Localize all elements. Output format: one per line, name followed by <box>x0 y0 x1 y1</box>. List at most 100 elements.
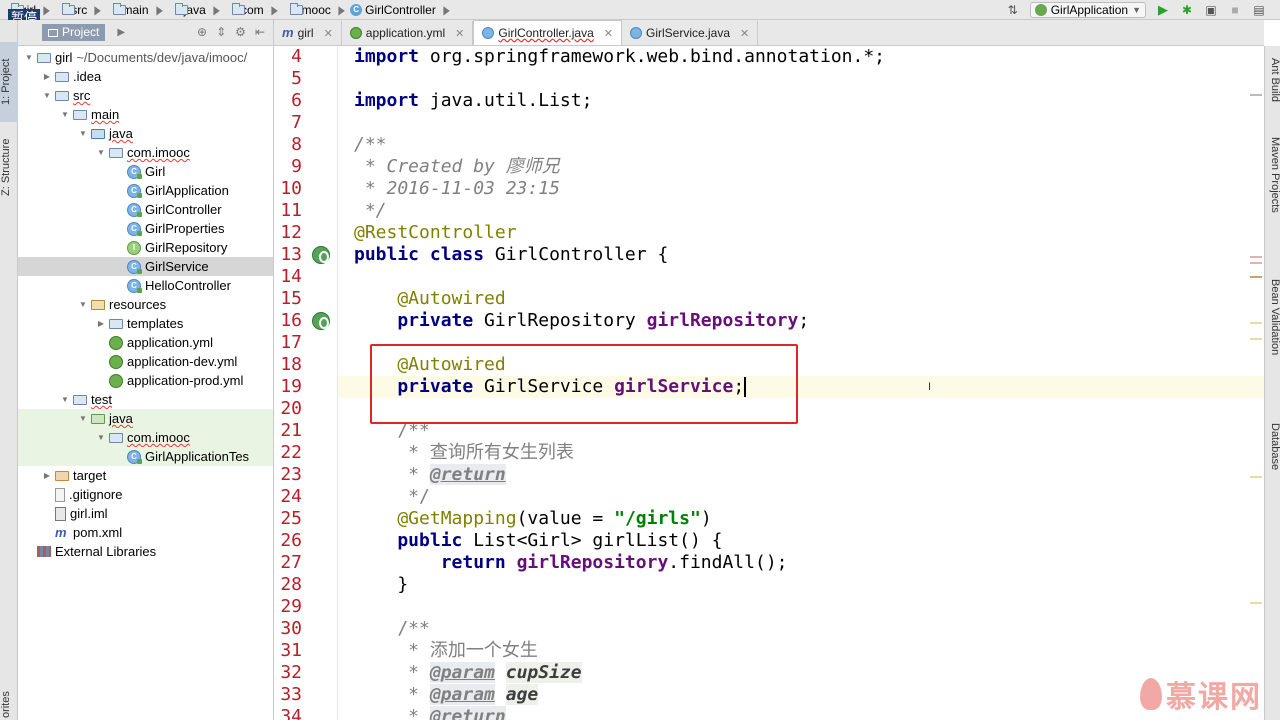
code-line: /** <box>354 134 387 155</box>
stripe-mark <box>1250 94 1262 96</box>
tool-tab-ant-build[interactable]: Ant Build <box>1265 50 1280 110</box>
tree-item[interactable]: C GirlController <box>18 200 273 219</box>
tree-item[interactable]: C GirlApplication <box>18 181 273 200</box>
crumb-main[interactable]: main ▶ <box>102 0 163 20</box>
chevron-down-icon: ▼ <box>1132 5 1141 15</box>
line-number: 18 <box>280 354 302 375</box>
run-icon[interactable]: ▶ <box>1156 3 1170 17</box>
tree-item[interactable]: ▶ target <box>18 466 273 485</box>
expand-arrow-icon[interactable]: ▼ <box>96 433 106 442</box>
tree-item[interactable]: External Libraries <box>18 542 273 561</box>
tree-item-label: com.imooc <box>127 145 190 160</box>
expand-arrow-icon[interactable]: ▼ <box>60 110 70 119</box>
tree-item[interactable]: application.yml <box>18 333 273 352</box>
tool-tab-maven-projects[interactable]: Maven Projects <box>1265 120 1280 230</box>
crumb-com[interactable]: com ▶ <box>221 0 279 20</box>
tree-item[interactable]: ▶ templates <box>18 314 273 333</box>
tool-tab-structure[interactable]: Z: Structure <box>0 122 18 212</box>
close-tab-icon[interactable]: ✕ <box>455 27 464 40</box>
folder-icon <box>109 433 123 443</box>
tree-item[interactable]: ▶ .idea <box>18 67 273 86</box>
tree-item[interactable]: ▼ java <box>18 124 273 143</box>
structure-icon[interactable]: ▤ <box>1252 3 1266 17</box>
hide-icon[interactable]: ⇤ <box>255 25 265 39</box>
tree-item[interactable]: C HelloController <box>18 276 273 295</box>
tool-tab-project[interactable]: 1: Project <box>0 42 18 122</box>
tree-item[interactable]: ▼ girl ~/Documents/dev/java/imooc/ <box>18 48 273 67</box>
close-tab-icon[interactable]: ✕ <box>604 27 613 40</box>
project-panel-header: Project ▶ ⊕ ⇕ ⚙ ⇤ <box>18 20 273 46</box>
tree-item[interactable]: m pom.xml <box>18 523 273 542</box>
line-number: 33 <box>280 684 302 705</box>
tree-item[interactable]: ▼ com.imooc <box>18 143 273 162</box>
toolbar-right: ⇅ GirlApplication ▼ ▶ ✱ ▣ ■ ▤ <box>1006 0 1280 20</box>
tree-item[interactable]: C GirlService <box>18 257 273 276</box>
folder-icon <box>55 72 69 82</box>
expand-arrow-icon[interactable]: ▼ <box>78 300 88 309</box>
crumb-imooc[interactable]: imooc ▶ <box>279 0 346 20</box>
project-view-select[interactable]: Project <box>42 24 106 41</box>
class-icon <box>629 27 642 39</box>
line-number: 27 <box>280 552 302 573</box>
collapse-icon[interactable]: ⇕ <box>216 25 226 39</box>
code-line: * 查询所有女生列表 <box>354 442 574 463</box>
crumb-girlcontroller[interactable]: C GirlController ▶ <box>346 0 451 20</box>
debug-icon[interactable]: ✱ <box>1180 3 1194 17</box>
tree-item[interactable]: ▼ main <box>18 105 273 124</box>
editor-tab[interactable]: GirlService.java ✕ <box>622 21 759 45</box>
tree-item-label: test <box>91 392 112 407</box>
line-number: 5 <box>291 68 302 89</box>
code-line: public class GirlController { <box>354 244 669 265</box>
stop-icon[interactable]: ■ <box>1228 3 1242 17</box>
sort-icon[interactable]: ⇅ <box>1006 3 1020 17</box>
tree-item[interactable]: ▼ src <box>18 86 273 105</box>
tree-item[interactable]: ▼ java <box>18 409 273 428</box>
autowired-bean-icon[interactable] <box>312 312 330 330</box>
close-tab-icon[interactable]: ✕ <box>740 27 749 40</box>
line-number: 22 <box>280 442 302 463</box>
expand-arrow-icon[interactable]: ▼ <box>24 53 34 62</box>
tree-item[interactable]: application-dev.yml <box>18 352 273 371</box>
close-tab-icon[interactable]: ✕ <box>324 27 333 40</box>
bean-class-icon[interactable] <box>312 246 330 264</box>
tree-item[interactable]: girl.iml <box>18 504 273 523</box>
gear-icon[interactable]: ⚙ <box>235 25 246 39</box>
tool-tab-favorites[interactable]: orites <box>0 670 18 720</box>
tree-item[interactable]: C GirlProperties <box>18 219 273 238</box>
crumb-java[interactable]: java ▶ <box>164 0 221 20</box>
tree-item[interactable]: .gitignore <box>18 485 273 504</box>
code-line: return girlRepository.findAll(); <box>354 552 788 573</box>
expand-arrow-icon[interactable]: ▼ <box>78 129 88 138</box>
expand-arrow-icon[interactable]: ▼ <box>78 414 88 423</box>
maven-icon: m <box>55 524 67 540</box>
tool-tab-database[interactable]: Database <box>1265 402 1280 492</box>
code-line: * @param age <box>354 684 539 705</box>
tool-tab-bean-validation[interactable]: Bean Validation <box>1265 242 1280 392</box>
coverage-icon[interactable]: ▣ <box>1204 3 1218 17</box>
expand-arrow-icon[interactable]: ▼ <box>60 395 70 404</box>
code-line: import org.springframework.web.bind.anno… <box>354 46 886 67</box>
crumb-src[interactable]: src ▶ <box>51 0 102 20</box>
chevron-right-icon[interactable]: ▶ <box>117 27 125 38</box>
scroll-from-source-icon[interactable]: ⊕ <box>197 25 207 39</box>
project-panel: Project ▶ ⊕ ⇕ ⚙ ⇤ ▼ girl ~/Documents/dev/j… <box>18 20 274 720</box>
tree-item[interactable]: application-prod.yml <box>18 371 273 390</box>
tree-item[interactable]: C Girl <box>18 162 273 181</box>
expand-arrow-icon[interactable]: ▼ <box>42 91 52 100</box>
tree-item-label: java <box>109 126 133 141</box>
collapse-arrow-icon[interactable]: ▶ <box>96 319 106 328</box>
collapse-arrow-icon[interactable]: ▶ <box>42 72 52 81</box>
collapse-arrow-icon[interactable]: ▶ <box>42 471 52 480</box>
code-line: /** <box>354 618 430 639</box>
tree-item[interactable]: C GirlApplicationTes <box>18 447 273 466</box>
editor-tab[interactable]: GirlController.java ✕ <box>473 20 622 45</box>
editor-tab[interactable]: application.yml ✕ <box>342 21 474 45</box>
tree-item[interactable]: ▼ com.imooc <box>18 428 273 447</box>
expand-arrow-icon[interactable]: ▼ <box>96 148 106 157</box>
editor-tab[interactable]: m girl ✕ <box>274 21 342 45</box>
tree-item[interactable]: ▼ test <box>18 390 273 409</box>
tree-item-label: girl.iml <box>70 506 108 521</box>
run-config-select[interactable]: GirlApplication ▼ <box>1029 2 1146 18</box>
tree-item[interactable]: ▼ resources <box>18 295 273 314</box>
tree-item[interactable]: I GirlRepository <box>18 238 273 257</box>
